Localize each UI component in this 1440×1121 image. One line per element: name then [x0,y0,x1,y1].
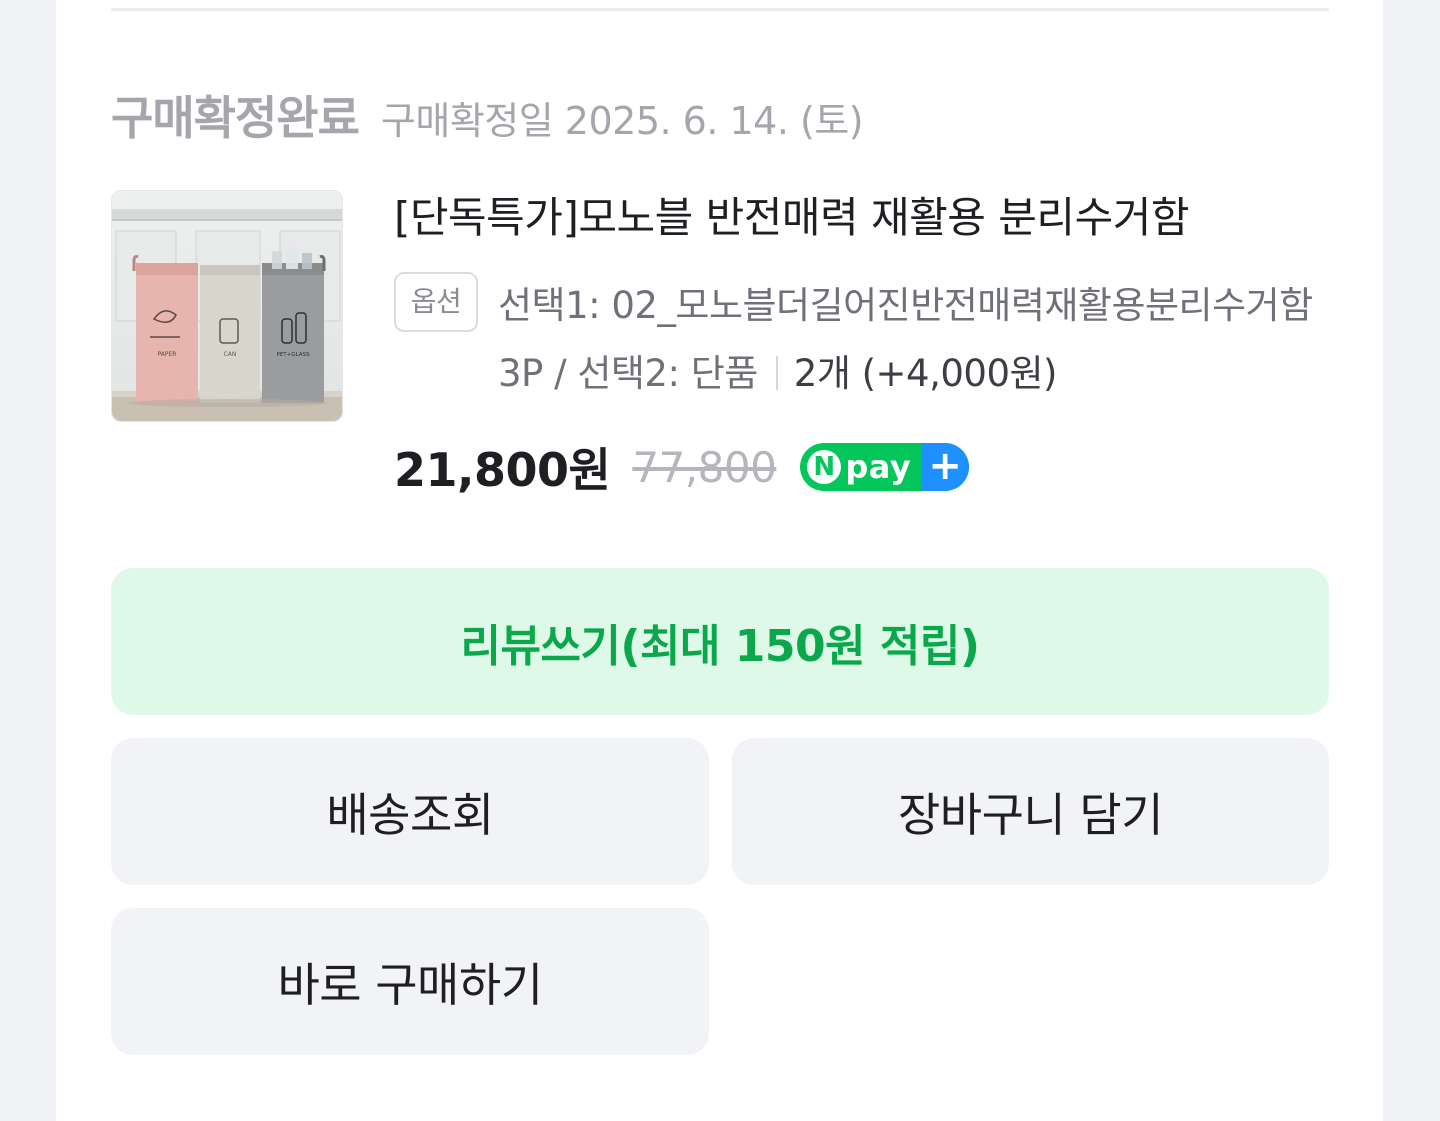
order-status: 구매확정완료 [111,91,360,145]
plus-icon: + [921,443,970,491]
npay-label: pay [845,448,912,486]
product-name[interactable]: [단독특가]모노블 반전매력 재활용 분리수거함 [394,190,1334,246]
track-delivery-button[interactable]: 배송조회 [111,738,709,885]
price-row: 21,800원 77,800 N pay + [394,434,1334,500]
divider [111,8,1329,11]
original-price: 77,800 [632,442,777,492]
buy-now-button[interactable]: 바로 구매하기 [111,908,709,1055]
paper-label: PAPER [158,351,177,358]
naver-n-icon: N [807,450,842,484]
recycling-bins-image: PAPER CAN PET+GLASS [112,191,342,421]
quantity-text: 2개 (+4,000원) [793,352,1058,395]
write-review-button[interactable]: 리뷰쓰기(최대 150원 적립) [111,568,1329,715]
confirm-date: 구매확정일 2025. 6. 14. (토) [380,99,864,143]
pet-glass-label: PET+GLASS [277,352,310,358]
sale-price: 21,800원 [394,443,611,497]
order-status-row: 구매확정완료 구매확정일 2025. 6. 14. (토) [111,82,864,148]
product-option: 옵션 선택1: 02_모노블더길어진반전매력재활용분리수거함3P / 선택2: … [394,272,1334,408]
option-badge: 옵션 [394,272,478,332]
option-separator [775,356,778,390]
order-card: 구매확정완료 구매확정일 2025. 6. 14. (토) PAPER CAN … [56,0,1383,1121]
can-label: CAN [224,351,237,358]
product-image[interactable]: PAPER CAN PET+GLASS [111,190,343,422]
npay-plus-badge: N pay + [800,443,970,491]
product-info: [단독특가]모노블 반전매력 재활용 분리수거함 옵션 선택1: 02_모노블더… [394,190,1334,500]
add-to-cart-button[interactable]: 장바구니 담기 [732,738,1329,885]
